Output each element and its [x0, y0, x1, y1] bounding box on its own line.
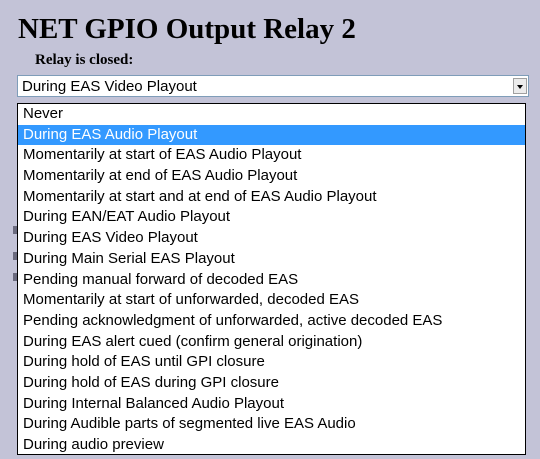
option-during-audio-preview[interactable]: During audio preview: [18, 435, 525, 454]
option-hold-during-gpi-closure[interactable]: During hold of EAS during GPI closure: [18, 373, 525, 394]
option-never[interactable]: Never: [18, 104, 525, 125]
option-momentarily-start-and-end-eas-audio[interactable]: Momentarily at start and at end of EAS A…: [18, 187, 525, 208]
option-pending-manual-forward[interactable]: Pending manual forward of decoded EAS: [18, 270, 525, 291]
chevron-down-icon: [517, 85, 523, 89]
option-during-main-serial-eas[interactable]: During Main Serial EAS Playout: [18, 249, 525, 270]
relay-closed-label: Relay is closed:: [35, 52, 134, 68]
page-title: NET GPIO Output Relay 2: [18, 13, 356, 45]
option-pending-acknowledgment[interactable]: Pending acknowledgment of unforwarded, a…: [18, 311, 525, 332]
option-during-ean-eat-audio[interactable]: During EAN/EAT Audio Playout: [18, 207, 525, 228]
option-momentarily-end-eas-audio[interactable]: Momentarily at end of EAS Audio Playout: [18, 166, 525, 187]
option-momentarily-start-eas-audio[interactable]: Momentarily at start of EAS Audio Playou…: [18, 145, 525, 166]
option-during-eas-video-playout[interactable]: During EAS Video Playout: [18, 228, 525, 249]
option-during-eas-alert-cued[interactable]: During EAS alert cued (confirm general o…: [18, 332, 525, 353]
option-internal-balanced-audio[interactable]: During Internal Balanced Audio Playout: [18, 394, 525, 415]
option-hold-until-gpi-closure[interactable]: During hold of EAS until GPI closure: [18, 352, 525, 373]
option-during-eas-audio-playout[interactable]: During EAS Audio Playout: [18, 124, 525, 146]
relay-closed-select[interactable]: During EAS Video Playout: [17, 75, 529, 97]
dropdown-button[interactable]: [513, 78, 527, 94]
select-current-value: During EAS Video Playout: [22, 78, 197, 95]
option-momentarily-start-unforwarded[interactable]: Momentarily at start of unforwarded, dec…: [18, 290, 525, 311]
dropdown-options-list[interactable]: Never During EAS Audio Playout Momentari…: [17, 103, 526, 455]
option-audible-segmented-live[interactable]: During Audible parts of segmented live E…: [18, 414, 525, 435]
